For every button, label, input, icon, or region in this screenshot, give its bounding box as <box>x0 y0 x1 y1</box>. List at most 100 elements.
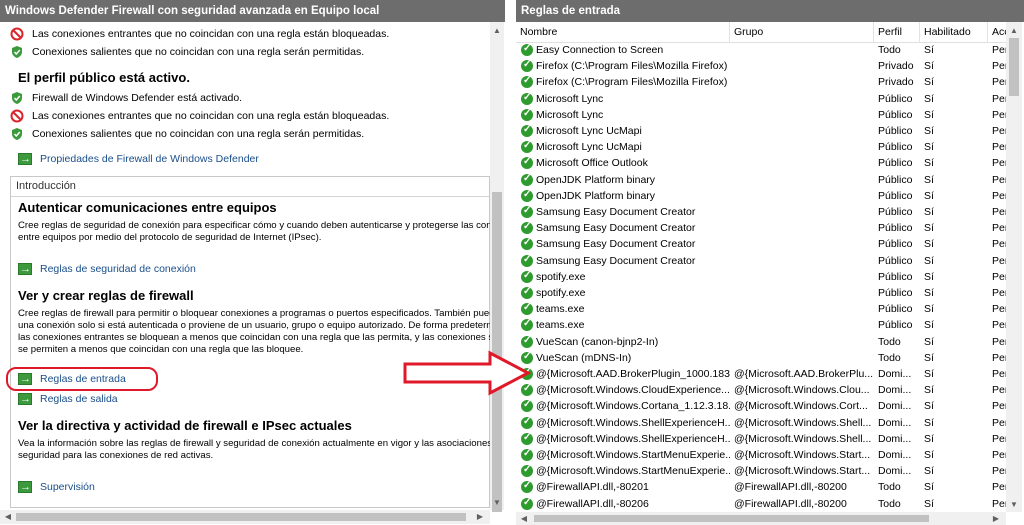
table-row[interactable]: @{Microsoft.Windows.ShellExperienceH... @… <box>516 414 1006 431</box>
scroll-up-icon[interactable]: ▲ <box>491 26 503 36</box>
cell-group: @{Microsoft.Windows.Cort... <box>734 400 868 413</box>
firewall-rules-description: Cree reglas de firewall para permitir o … <box>18 308 490 356</box>
scroll-down-icon[interactable]: ▼ <box>491 498 503 508</box>
cell-enabled: Sí <box>924 238 934 251</box>
cell-action: Per <box>992 497 1006 510</box>
link-text[interactable]: Propiedades de Firewall de Windows Defen… <box>40 151 259 167</box>
inbound-rules-pane: Reglas de entrada Nombre Grupo Perfil Ha… <box>516 0 1024 525</box>
cell-profile: Público <box>878 287 913 299</box>
table-row[interactable]: Microsoft Lync Público Sí Per <box>516 106 1006 123</box>
link-text[interactable]: Supervisión <box>40 479 95 495</box>
link-text[interactable]: Reglas de seguridad de conexión <box>40 261 196 277</box>
right-horizontal-scrollbar[interactable]: ◀ ▶ <box>516 512 1006 525</box>
cell-enabled: Sí <box>924 222 934 235</box>
table-row[interactable]: Microsoft Lync UcMapi Público Sí Per <box>516 138 1006 155</box>
table-row[interactable]: Microsoft Office Outlook Público Sí Per <box>516 154 1006 171</box>
cell-enabled: Sí <box>924 108 934 121</box>
table-row[interactable]: teams.exe Público Sí Per <box>516 300 1006 317</box>
scroll-left-icon[interactable]: ◀ <box>2 512 14 522</box>
cell-enabled: Sí <box>924 254 934 267</box>
blocked-icon <box>10 109 24 123</box>
table-row[interactable]: @{Microsoft.AAD.BrokerPlugin_1000.183...… <box>516 365 1006 382</box>
left-horizontal-scrollbar[interactable]: ◀ ▶ <box>0 510 490 524</box>
cell-name: @{Microsoft.Windows.Cortana_1.12.3.18... <box>536 400 730 413</box>
table-row[interactable]: @{Microsoft.Windows.StartMenuExperie... @… <box>516 446 1006 463</box>
table-row[interactable]: OpenJDK Platform binary Público Sí Per <box>516 171 1006 188</box>
right-vertical-scrollbar[interactable]: ▲ ▼ <box>1006 22 1022 512</box>
table-row[interactable]: OpenJDK Platform binary Público Sí Per <box>516 187 1006 204</box>
blocked-icon <box>10 27 24 41</box>
cell-name: Samsung Easy Document Creator <box>536 206 696 218</box>
desc-line: entre equipos por medio del protocolo de… <box>18 232 322 243</box>
cell-profile: Privado <box>878 60 914 73</box>
desc-line: Cree reglas de seguridad de conexión par… <box>18 220 490 231</box>
cell-action: Per <box>992 303 1006 316</box>
column-header-enabled[interactable]: Habilitado <box>920 22 988 42</box>
cell-action: Per <box>992 481 1006 494</box>
table-row[interactable]: Samsung Easy Document Creator Público Sí Pe… <box>516 219 1006 236</box>
scroll-thumb[interactable] <box>534 515 929 522</box>
table-row[interactable]: @FirewallAPI.dll,-80201 @FirewallAPI.dll,… <box>516 478 1006 495</box>
table-row[interactable]: Samsung Easy Document Creator Público Sí Pe… <box>516 235 1006 252</box>
table-row[interactable]: @FirewallAPI.dll,-80206 @FirewallAPI.dll,… <box>516 495 1006 512</box>
rules-table-header: Nombre Grupo Perfil Habilitado Acc <box>516 22 1006 43</box>
table-row[interactable]: Easy Connection to Screen Todo Sí Per <box>516 41 1006 58</box>
cell-profile: Domi... <box>878 449 912 461</box>
table-row[interactable]: VueScan (canon-bjnp2-In) Todo Sí Per <box>516 333 1006 350</box>
cell-action: Per <box>992 222 1006 235</box>
cell-action: Per <box>992 287 1006 299</box>
table-row[interactable]: @{Microsoft.Windows.StartMenuExperie... @… <box>516 462 1006 479</box>
cell-group: @{Microsoft.Windows.Start... <box>734 449 871 461</box>
table-row[interactable]: teams.exe Público Sí Per <box>516 316 1006 333</box>
table-row[interactable]: Firefox (C:\Program Files\Mozilla Firefo… <box>516 73 1006 90</box>
column-header-group[interactable]: Grupo <box>730 22 874 42</box>
cell-name: spotify.exe <box>536 287 586 299</box>
left-vertical-scrollbar[interactable]: ▲ ▼ <box>490 22 504 512</box>
table-row[interactable]: @{Microsoft.Windows.Cortana_1.12.3.18...… <box>516 397 1006 414</box>
table-row[interactable]: VueScan (mDNS-In) Todo Sí Per <box>516 349 1006 366</box>
cell-profile: Domi... <box>878 432 912 445</box>
scroll-down-icon[interactable]: ▼ <box>1008 500 1020 510</box>
table-row[interactable]: @{Microsoft.Windows.ShellExperienceH... @… <box>516 430 1006 447</box>
cell-name: Easy Connection to Screen <box>536 44 664 56</box>
link-text[interactable]: Reglas de salida <box>40 391 118 407</box>
scroll-left-icon[interactable]: ◀ <box>518 514 530 524</box>
table-row[interactable]: spotify.exe Público Sí Per <box>516 268 1006 285</box>
status-text: Conexiones salientes que no coincidan co… <box>32 46 365 58</box>
scroll-thumb[interactable] <box>16 513 466 521</box>
cell-enabled: Sí <box>924 497 934 510</box>
cell-group: @{Microsoft.AAD.BrokerPlu... <box>734 368 874 380</box>
scroll-right-icon[interactable]: ▶ <box>474 512 486 522</box>
scroll-up-icon[interactable]: ▲ <box>1008 26 1020 36</box>
table-row[interactable]: Microsoft Lync UcMapi Público Sí Per <box>516 122 1006 139</box>
cell-name: OpenJDK Platform binary <box>536 173 656 186</box>
shield-check-icon <box>12 92 22 104</box>
cell-profile: Público <box>878 189 913 202</box>
cell-action: Per <box>992 416 1006 429</box>
table-row[interactable]: @{Microsoft.Windows.CloudExperience... @{… <box>516 381 1006 398</box>
table-row[interactable]: Microsoft Lync Público Sí Per <box>516 90 1006 107</box>
cell-enabled: Sí <box>924 157 934 170</box>
cell-group: @{Microsoft.Windows.Clou... <box>734 384 870 397</box>
cell-action: Per <box>992 60 1006 73</box>
cell-profile: Público <box>878 92 913 105</box>
column-header-name[interactable]: Nombre <box>516 22 730 42</box>
cell-enabled: Sí <box>924 351 934 364</box>
cell-action: Per <box>992 108 1006 121</box>
table-row[interactable]: Firefox (C:\Program Files\Mozilla Firefo… <box>516 57 1006 74</box>
cell-name: Microsoft Lync <box>536 108 604 121</box>
scroll-thumb[interactable] <box>1009 38 1019 96</box>
cell-action: Per <box>992 384 1006 397</box>
scroll-right-icon[interactable]: ▶ <box>990 514 1002 524</box>
desc-line: seguridad para las conexiones de red act… <box>18 450 214 461</box>
cell-enabled: Sí <box>924 319 934 332</box>
cell-profile: Todo <box>878 481 901 494</box>
table-row[interactable]: Samsung Easy Document Creator Público Sí Pe… <box>516 203 1006 220</box>
cell-enabled: Sí <box>924 92 934 105</box>
table-row[interactable]: Samsung Easy Document Creator Público Sí Pe… <box>516 252 1006 269</box>
annotation-arrow-icon <box>403 350 532 396</box>
cell-group: @{Microsoft.Windows.Start... <box>734 465 871 478</box>
column-header-profile[interactable]: Perfil <box>874 22 920 42</box>
column-header-action[interactable]: Acc <box>988 22 1006 42</box>
table-row[interactable]: spotify.exe Público Sí Per <box>516 284 1006 301</box>
